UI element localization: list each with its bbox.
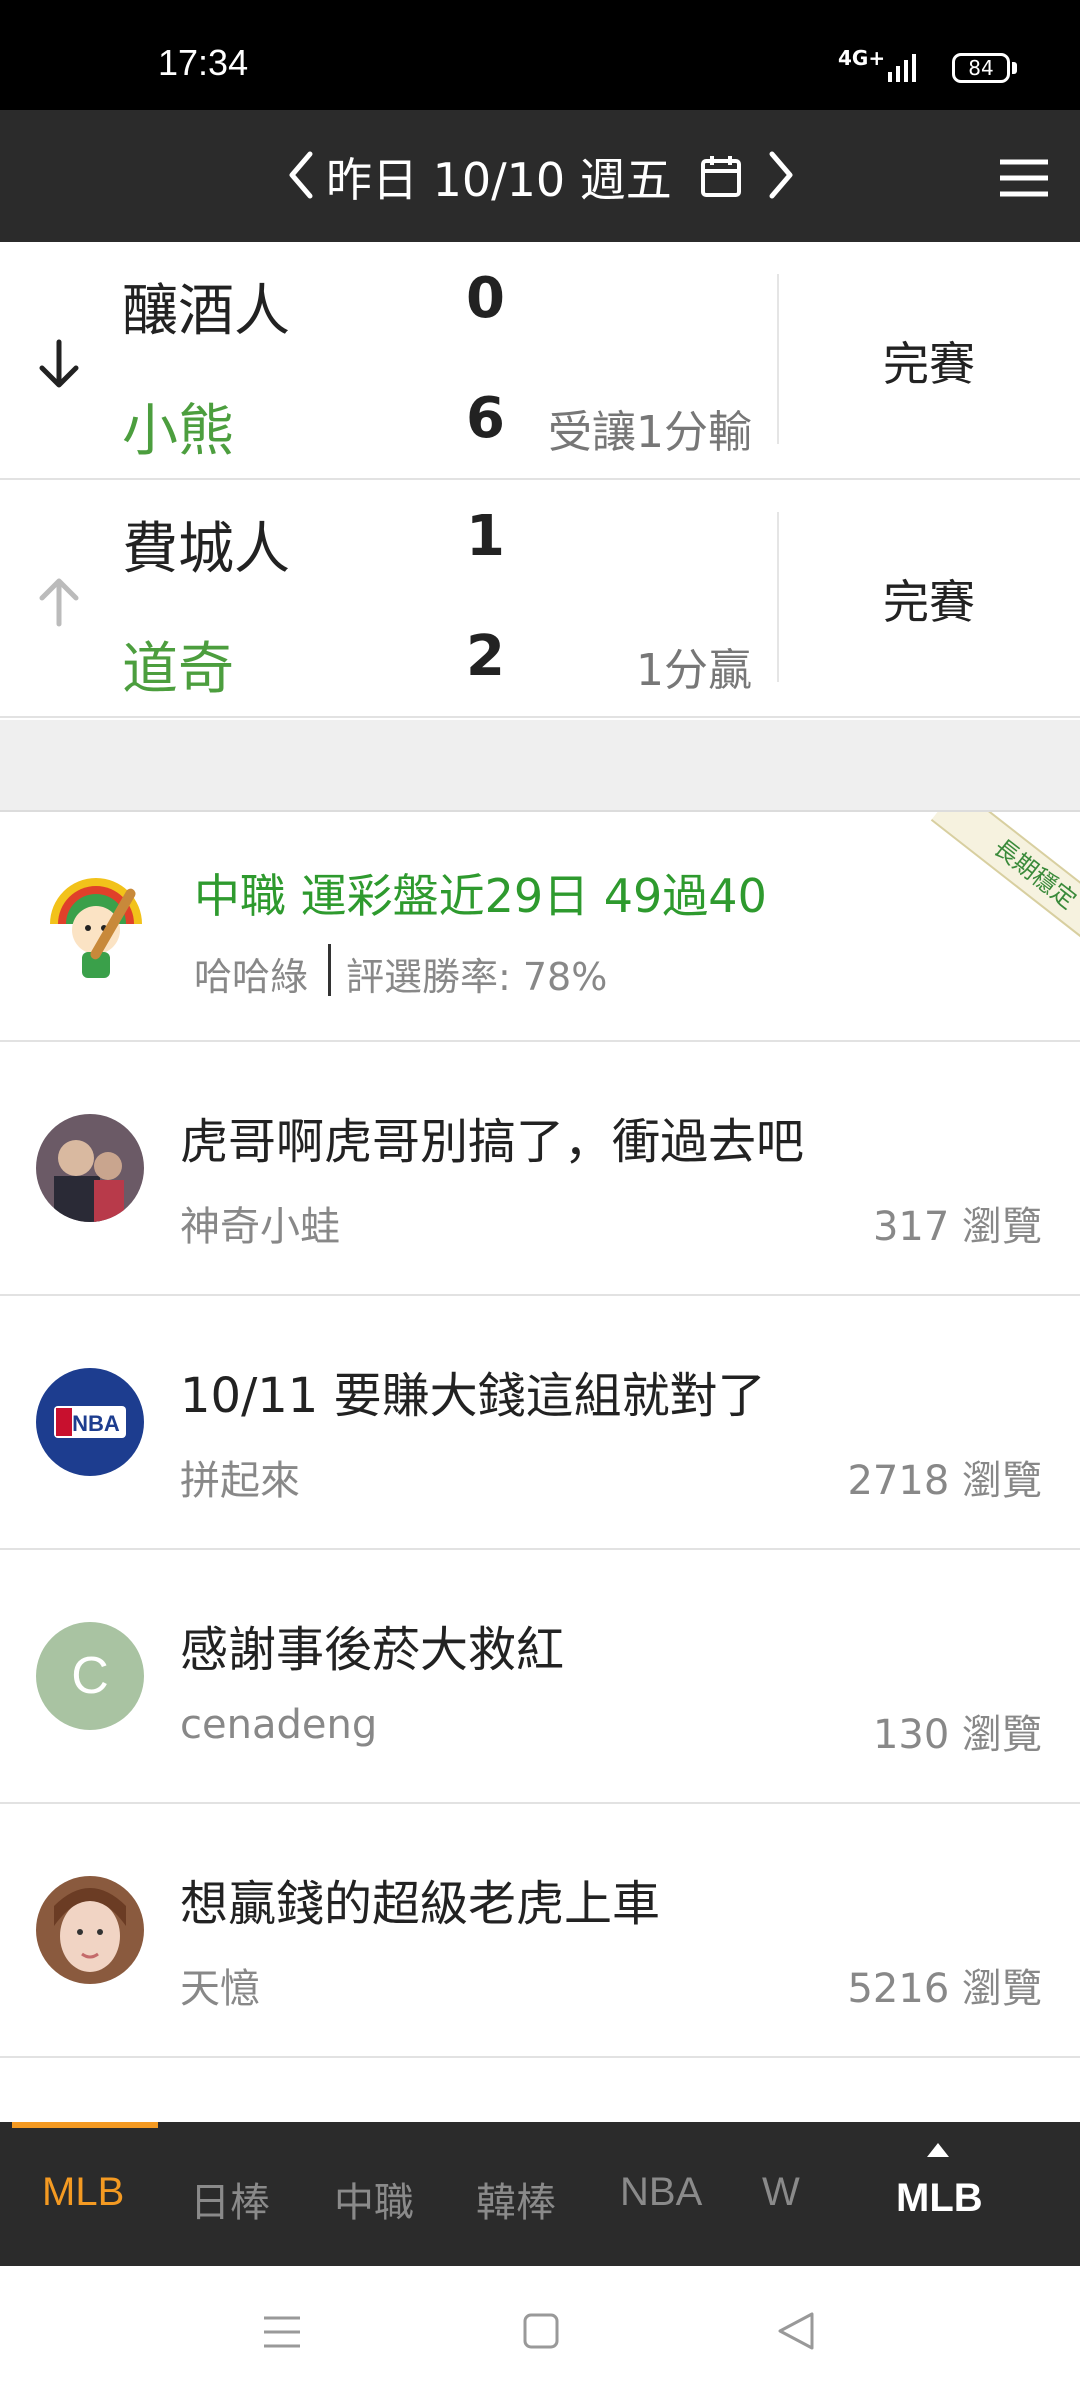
away-team-score: 0 — [466, 266, 505, 331]
tab-kbo[interactable]: 韓棒 — [476, 2170, 556, 2228]
nba-logo-text: NBA — [72, 1411, 120, 1436]
spread-result: 受讓1分輸 — [548, 407, 752, 458]
battery-tip — [1012, 62, 1017, 74]
avatar: NBA — [36, 1368, 144, 1476]
post-item[interactable]: NBA 10/11 要賺大錢這組就對了 拼起來 2718 瀏覽 — [0, 1296, 1080, 1550]
status-bar: 17:34 4G+ 84 — [0, 0, 1080, 110]
home-team-score: 6 — [466, 386, 505, 451]
post-item[interactable]: C 感謝事後菸大救紅 cenadeng 130 瀏覽 — [0, 1550, 1080, 1804]
tab-npb[interactable]: 日棒 — [190, 2170, 270, 2228]
home-team-score: 2 — [466, 624, 505, 689]
promo-win-rate: 評選勝率: 78% — [346, 955, 608, 999]
tab-mlb[interactable]: MLB — [42, 2170, 124, 2215]
away-team-score: 1 — [466, 504, 505, 569]
league-tab-bar: MLB 日棒 中職 韓棒 NBA W MLB — [0, 2122, 1080, 2266]
game-status: 完賽 — [883, 575, 975, 629]
status-time: 17:34 — [158, 42, 249, 83]
expert-promo-card[interactable]: 中職 運彩盤近29日 49過40 哈哈綠 評選勝率: 78% 長期穩定 — [0, 812, 1080, 1042]
away-team-name: 釀酒人 — [122, 279, 290, 344]
tab-cpbl[interactable]: 中職 — [334, 2170, 414, 2228]
game-status: 完賽 — [883, 337, 975, 391]
home-team-name: 道奇 — [122, 637, 234, 702]
badge-ribbon: 長期穩定 — [930, 812, 1080, 963]
caret-up-icon[interactable] — [926, 2142, 950, 2158]
post-item[interactable]: 虎哥啊虎哥別搞了，衝過去吧 神奇小蛙 317 瀏覽 — [0, 1042, 1080, 1296]
hamburger-menu-icon[interactable] — [998, 158, 1050, 198]
post-views: 2718 瀏覽 — [847, 1458, 1042, 1504]
chevron-right-icon[interactable] — [768, 150, 796, 200]
active-tab-indicator — [12, 2122, 158, 2128]
arrow-up-icon — [39, 578, 79, 627]
arrow-down-icon — [39, 339, 79, 388]
back-triangle-icon[interactable] — [776, 2310, 816, 2352]
system-navigation-bar — [0, 2266, 1080, 2400]
post-views: 317 瀏覽 — [872, 1204, 1042, 1250]
current-league-selector[interactable]: MLB — [896, 2176, 983, 2221]
date-title[interactable]: 昨日 10/10 週五 — [326, 144, 672, 210]
game-row[interactable]: 費城人 1 道奇 2 1分贏 完賽 — [0, 480, 1080, 718]
avatar — [36, 1876, 144, 1984]
home-square-icon[interactable] — [522, 2312, 560, 2350]
post-author: cenadeng — [180, 1702, 378, 1748]
post-author: 天憶 — [180, 1966, 260, 2012]
post-title: 想贏錢的超級老虎上車 — [180, 1876, 661, 1932]
avatar — [36, 1114, 144, 1222]
section-gap — [0, 720, 1080, 812]
away-team-name: 費城人 — [122, 517, 290, 582]
mascot-avatar — [50, 878, 142, 978]
home-team-name: 小熊 — [122, 399, 234, 464]
network-indicator: 4G+ — [838, 46, 886, 70]
calendar-icon[interactable] — [700, 154, 742, 198]
signal-icon — [888, 54, 916, 82]
spread-result: 1分贏 — [636, 645, 752, 696]
post-author: 神奇小蛙 — [180, 1204, 340, 1250]
post-title: 10/11 要賺大錢這組就對了 — [180, 1368, 766, 1424]
battery-icon: 84 — [952, 53, 1010, 83]
date-navigation-bar: 昨日 10/10 週五 — [0, 110, 1080, 242]
chevron-left-icon[interactable] — [286, 150, 314, 200]
post-author: 拼起來 — [180, 1458, 300, 1504]
post-views: 5216 瀏覽 — [847, 1966, 1042, 2012]
post-views: 130 瀏覽 — [872, 1712, 1042, 1758]
tab-w[interactable]: W — [762, 2170, 800, 2215]
post-title: 感謝事後菸大救紅 — [180, 1622, 565, 1678]
promo-separator — [328, 944, 331, 996]
promo-author: 哈哈綠 — [194, 955, 309, 999]
tab-nba[interactable]: NBA — [620, 2170, 702, 2215]
post-item[interactable]: 想贏錢的超級老虎上車 天憶 5216 瀏覽 — [0, 1804, 1080, 2058]
game-row[interactable]: 釀酒人 0 小熊 6 受讓1分輸 完賽 — [0, 242, 1080, 480]
menu-icon[interactable] — [262, 2312, 302, 2352]
promo-title: 中職 運彩盤近29日 49過40 — [194, 869, 767, 923]
post-title: 虎哥啊虎哥別搞了，衝過去吧 — [180, 1114, 805, 1170]
avatar: C — [36, 1622, 144, 1730]
